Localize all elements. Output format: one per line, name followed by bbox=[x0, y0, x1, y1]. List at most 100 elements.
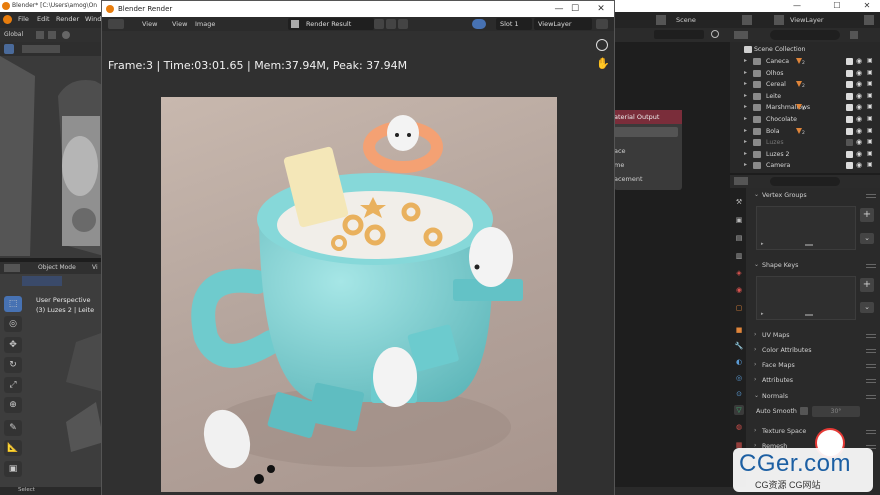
eye-icon[interactable]: ◉ bbox=[856, 150, 862, 158]
node-search-field[interactable] bbox=[654, 30, 704, 39]
new-image-icon[interactable] bbox=[386, 19, 396, 29]
eye-icon[interactable]: ◉ bbox=[856, 103, 862, 111]
select-mode-bar[interactable] bbox=[22, 276, 62, 286]
drag-handle-icon[interactable] bbox=[866, 379, 876, 383]
vertex-groups-section[interactable]: ⌄ Vertex Groups bbox=[752, 190, 880, 202]
list-expand-icon[interactable]: ▸ bbox=[761, 311, 764, 317]
editor-type-icon[interactable] bbox=[4, 264, 20, 272]
image-browse-dropdown[interactable]: Render Result bbox=[288, 18, 374, 30]
render-window[interactable]: Blender Render — ☐ ✕ View View Image Ren… bbox=[101, 0, 615, 495]
outliner-item[interactable]: ▸ Chocolate ◉ ▣ bbox=[730, 114, 880, 126]
zoom-icon[interactable] bbox=[596, 39, 608, 51]
normals-section[interactable]: ⌄ Normals bbox=[752, 391, 880, 403]
node-pin-icon[interactable] bbox=[711, 30, 719, 38]
render-close-button[interactable]: ✕ bbox=[588, 1, 614, 17]
tool-tab-icon[interactable]: ⚒ bbox=[734, 197, 744, 207]
snap-icon[interactable] bbox=[48, 31, 56, 39]
add-cube-tool-button[interactable]: ▣ bbox=[4, 461, 22, 477]
expand-arrow-icon[interactable]: ▸ bbox=[744, 150, 747, 157]
cursor-tool-button[interactable]: ◎ bbox=[4, 316, 22, 332]
eye-icon[interactable]: ◉ bbox=[856, 92, 862, 100]
view-menu[interactable]: Vi bbox=[92, 264, 98, 271]
modifier-tab-icon[interactable]: ■ bbox=[734, 325, 744, 335]
eye-icon[interactable]: ◉ bbox=[856, 69, 862, 77]
scene-icon[interactable] bbox=[656, 15, 666, 25]
exclude-checkbox[interactable] bbox=[846, 150, 853, 158]
viewlayer-name[interactable]: ViewLayer bbox=[790, 16, 824, 24]
measure-tool-button[interactable]: 📐 bbox=[4, 440, 22, 456]
camera-icon[interactable]: ▣ bbox=[867, 103, 873, 110]
mode-dropdown[interactable]: Object Mode bbox=[38, 264, 76, 271]
color-attributes-section[interactable]: › Color Attributes bbox=[752, 345, 880, 357]
viewlayer-icon[interactable] bbox=[774, 15, 784, 25]
camera-icon[interactable]: ▣ bbox=[867, 57, 873, 64]
orientation-dropdown[interactable]: Global bbox=[4, 31, 23, 38]
outliner-editor-icon[interactable] bbox=[734, 31, 748, 39]
slot-dropdown[interactable]: Slot 1 bbox=[496, 18, 532, 30]
data-tab-icon[interactable]: ▽ bbox=[734, 405, 744, 415]
constraints-tab-icon[interactable]: ◎ bbox=[734, 373, 744, 383]
viewlayer-browse-icon[interactable] bbox=[864, 15, 874, 25]
view-layer-dropdown[interactable]: ViewLayer bbox=[534, 18, 592, 30]
outliner-item[interactable]: ▸ Leite ◉ ▣ bbox=[730, 91, 880, 103]
add-vertex-group-button[interactable]: + bbox=[860, 208, 874, 222]
add-shape-key-button[interactable]: + bbox=[860, 278, 874, 292]
vertex-group-menu-button[interactable]: ⌄ bbox=[860, 233, 874, 244]
menu-edit[interactable]: Edit bbox=[37, 15, 50, 23]
move-tool-button[interactable]: ✥ bbox=[4, 337, 22, 353]
drag-handle-icon[interactable] bbox=[866, 364, 876, 368]
expand-arrow-icon[interactable]: ▸ bbox=[744, 103, 747, 110]
outliner-search-input[interactable] bbox=[770, 30, 840, 40]
eye-icon[interactable]: ◉ bbox=[856, 138, 862, 146]
camera-icon[interactable]: ▣ bbox=[867, 161, 873, 168]
material-tab-icon[interactable]: ◍ bbox=[734, 422, 744, 432]
outliner-item[interactable]: ▸ Luzes 2 ◉ ▣ bbox=[730, 149, 880, 161]
drag-handle-icon[interactable] bbox=[866, 395, 876, 399]
camera-icon[interactable]: ▣ bbox=[867, 92, 873, 99]
eye-icon[interactable]: ◉ bbox=[856, 127, 862, 135]
camera-icon[interactable]: ▣ bbox=[867, 69, 873, 76]
exclude-checkbox[interactable] bbox=[846, 69, 853, 77]
camera-icon[interactable]: ▣ bbox=[867, 127, 873, 134]
select-tool-button[interactable]: ⬚ bbox=[4, 296, 22, 312]
pivot-icon[interactable] bbox=[36, 31, 44, 39]
drag-handle-icon[interactable] bbox=[866, 264, 876, 268]
display-channels-icon[interactable] bbox=[596, 19, 608, 29]
menu-window[interactable]: Wind bbox=[85, 15, 101, 23]
render-maximize-button[interactable]: ☐ bbox=[562, 1, 588, 17]
expand-arrow-icon[interactable]: ▸ bbox=[744, 115, 747, 122]
maximize-button[interactable]: ☐ bbox=[826, 0, 848, 12]
drag-handle-icon[interactable] bbox=[866, 194, 876, 198]
drag-handle-icon[interactable] bbox=[866, 349, 876, 353]
exclude-checkbox[interactable] bbox=[846, 116, 853, 123]
camera-icon[interactable]: ▣ bbox=[867, 80, 873, 87]
eye-icon[interactable]: ◉ bbox=[856, 57, 862, 65]
scene-tab-icon[interactable]: ◈ bbox=[734, 268, 744, 278]
scene-browse-icon[interactable] bbox=[742, 15, 752, 25]
rotate-tool-button[interactable]: ↻ bbox=[4, 357, 22, 373]
object-tab-icon[interactable]: ▢ bbox=[734, 303, 744, 313]
vertex-groups-list[interactable]: ▸ bbox=[756, 206, 856, 250]
scene-name[interactable]: Scene bbox=[676, 16, 696, 24]
render-tab-icon[interactable]: ▣ bbox=[734, 215, 744, 225]
exclude-checkbox[interactable] bbox=[846, 92, 853, 100]
outliner-item[interactable]: ▸ Bola 2 ◉ ▣ bbox=[730, 126, 880, 138]
outliner-item[interactable]: ▸ Olhos ◉ ▣ bbox=[730, 68, 880, 80]
object-constraint-tab-icon[interactable]: ⊙ bbox=[734, 389, 744, 399]
shape-key-menu-button[interactable]: ⌄ bbox=[860, 302, 874, 313]
uv-maps-section[interactable]: › UV Maps bbox=[752, 330, 880, 342]
exclude-checkbox[interactable] bbox=[846, 139, 853, 147]
blender-menu-icon[interactable] bbox=[3, 15, 12, 24]
render-canvas[interactable]: Frame:3 | Time:03:01.65 | Mem:37.94M, Pe… bbox=[102, 31, 614, 495]
node-editor[interactable]: aterial Output ace me acement bbox=[614, 28, 730, 487]
camera-icon[interactable]: ▣ bbox=[867, 150, 873, 157]
particles-tab-icon[interactable]: 🔧 bbox=[734, 341, 744, 351]
target-dropdown[interactable] bbox=[614, 127, 678, 137]
list-resize-grip[interactable] bbox=[805, 314, 813, 316]
output-tab-icon[interactable]: ▤ bbox=[734, 233, 744, 243]
expand-arrow-icon[interactable]: ▸ bbox=[744, 138, 747, 145]
menu-image[interactable]: Image bbox=[195, 20, 215, 28]
annotate-tool-button[interactable]: ✎ bbox=[4, 420, 22, 436]
exclude-checkbox[interactable] bbox=[846, 104, 853, 112]
eye-icon[interactable]: ◉ bbox=[856, 161, 862, 169]
